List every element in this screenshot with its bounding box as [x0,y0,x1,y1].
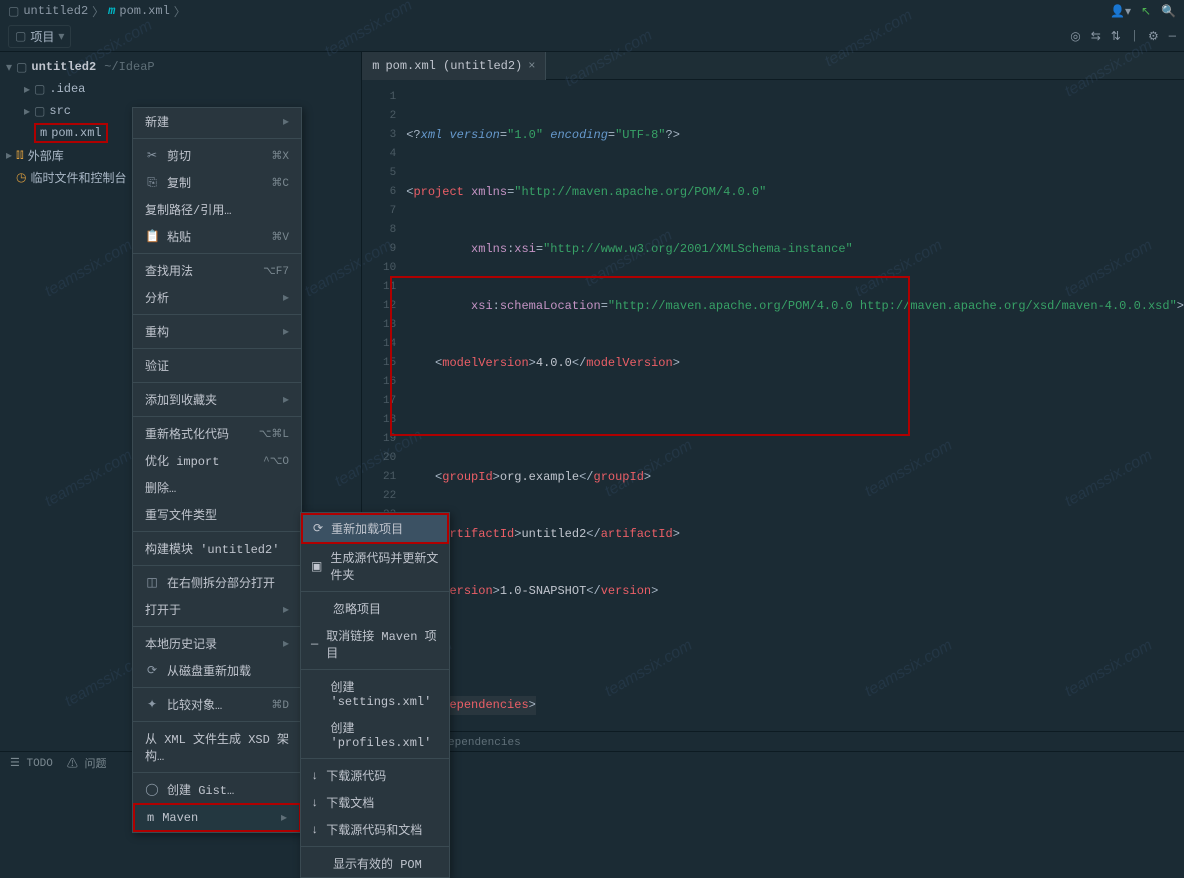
project-toolbar: ▢ 项目 ▾ ◎ ⇆ ⇅ | ⚙ — [0,22,1184,52]
breadcrumb-file[interactable]: m pom.xml [108,4,170,18]
cm-gen-xsd[interactable]: 从 XML 文件生成 XSD 架构… [133,725,301,769]
navigation-bar: ▢ untitled2 〉 m pom.xml 〉 👤▾ ↖ 🔍 [0,0,1184,22]
cm-maven[interactable]: mMaven▸ [133,803,301,832]
tree-root-path: ~/IdeaP [104,60,154,74]
scratch-icon: ◷ [16,170,26,185]
sub-unlink[interactable]: —取消链接 Maven 项目 [301,622,449,666]
sub-download-docs[interactable]: ↓下载文档 [301,789,449,816]
cm-analyze[interactable]: 分析▸ [133,284,301,311]
cm-optimize[interactable]: 优化 import^⌥O [133,447,301,474]
editor-tabs: m pom.xml (untitled2) × [362,52,1184,80]
divider: | [1131,29,1138,44]
chevron-right-icon: ▸ [24,104,30,119]
tab-pom[interactable]: m pom.xml (untitled2) × [362,52,546,80]
tree-item-idea[interactable]: ▸ ▢ .idea [0,78,361,100]
sub-create-profiles[interactable]: 创建 'profiles.xml' [301,714,449,755]
close-icon[interactable]: × [528,59,535,73]
cm-compare[interactable]: ✦比较对象…⌘D [133,691,301,718]
cm-refactor[interactable]: 重构▸ [133,318,301,345]
breadcrumb-file-label: pom.xml [119,4,169,18]
context-menu[interactable]: 新建▸ ✂剪切⌘X ⎘复制⌘C 复制路径/引用… 📋粘贴⌘V 查找用法⌥F7 分… [132,107,302,833]
collapse-icon[interactable]: ⇅ [1111,29,1121,44]
cm-copy[interactable]: ⎘复制⌘C [133,169,301,196]
chevron-right-icon: 〉 [92,3,104,20]
editor-breadcrumb: project 〉 dependencies [362,731,1184,753]
status-problems[interactable]: ⚠ 问题 [67,755,107,771]
cm-find-usages[interactable]: 查找用法⌥F7 [133,257,301,284]
breadcrumb-root[interactable]: ▢ untitled2 [8,4,88,19]
crumb-deps[interactable]: dependencies [441,737,520,749]
sub-download-both[interactable]: ↓下载源代码和文档 [301,816,449,843]
folder-icon: ▢ [34,104,45,119]
cm-copy-path[interactable]: 复制路径/引用… [133,196,301,223]
locate-icon[interactable]: ◎ [1070,29,1080,44]
folder-icon: ▢ [16,60,27,75]
download-icon: ↓ [311,769,318,783]
tree-ext-libs-label: 外部库 [28,147,64,164]
cm-local-history[interactable]: 本地历史记录▸ [133,630,301,657]
cm-override[interactable]: 重写文件类型 [133,501,301,528]
chevron-right-icon: 〉 [174,3,186,20]
download-icon: ↓ [311,796,318,810]
folder-icon: ▢ [8,4,19,19]
chevron-right-icon: ▸ [6,148,12,163]
maven-icon: m [40,126,47,140]
gear-icon[interactable]: ⚙ [1148,29,1159,44]
hide-icon[interactable]: — [1169,29,1176,44]
code-text[interactable]: <?xml version="1.0" encoding="UTF-8"?> <… [406,80,1184,731]
library-icon: ⫾⫾ [16,148,24,162]
maven-submenu[interactable]: ⟳重新加载项目 ▣生成源代码并更新文件夹 忽略项目 —取消链接 Maven 项目… [300,512,450,878]
cm-new[interactable]: 新建▸ [133,108,301,135]
tree-item-label: .idea [49,82,85,96]
cm-validate[interactable]: 验证 [133,352,301,379]
cm-open-in[interactable]: 打开于▸ [133,596,301,623]
cm-cut[interactable]: ✂剪切⌘X [133,142,301,169]
chevron-down-icon: ▾ [6,60,12,75]
sub-gen-sources[interactable]: ▣生成源代码并更新文件夹 [301,544,449,588]
breadcrumb-root-label: untitled2 [23,4,88,18]
tree-root[interactable]: ▾ ▢ untitled2 ~/IdeaP [0,56,361,78]
code-editor[interactable]: 1234567891011121314151617181920212223242… [362,80,1184,731]
cm-paste[interactable]: 📋粘贴⌘V [133,223,301,250]
maven-icon: m [372,59,379,73]
download-icon: ↓ [311,823,318,837]
unlink-icon: — [311,637,318,651]
tree-root-label: untitled2 [31,60,96,74]
status-todo[interactable]: ☰ TODO [10,756,53,770]
project-view-dropdown[interactable]: ▢ 项目 ▾ [8,25,71,48]
tree-item-label: pom.xml [51,126,101,140]
cm-open-split[interactable]: ◫在右侧拆分部分打开 [133,569,301,596]
build-hammer-icon[interactable]: ↖ [1141,4,1151,19]
expand-icon[interactable]: ⇆ [1091,29,1101,44]
chevron-right-icon: ▸ [24,82,30,97]
project-tree: ▾ ▢ untitled2 ~/IdeaP ▸ ▢ .idea ▸ ▢ src … [0,52,362,753]
folder-icon: ▣ [311,559,322,574]
sub-ignore[interactable]: 忽略项目 [301,595,449,622]
tree-scratches-label: 临时文件和控制台 [30,169,126,186]
reload-icon: ⟳ [313,521,323,536]
sub-download-sources[interactable]: ↓下载源代码 [301,762,449,789]
sub-create-settings[interactable]: 创建 'settings.xml' [301,673,449,714]
maven-icon: m [147,811,154,825]
folder-icon: ▢ [34,82,45,97]
cm-reformat[interactable]: 重新格式化代码⌥⌘L [133,420,301,447]
cm-reload-disk[interactable]: ⟳从磁盘重新加载 [133,657,301,684]
cm-create-gist[interactable]: ◯创建 Gist… [133,776,301,803]
user-icon[interactable]: 👤▾ [1110,4,1131,19]
sub-show-pom[interactable]: 显示有效的 POM [301,850,449,877]
search-icon[interactable]: 🔍 [1161,4,1176,19]
folder-icon: ▢ [15,29,26,44]
sub-reload[interactable]: ⟳重新加载项目 [301,513,449,544]
cm-add-fav[interactable]: 添加到收藏夹▸ [133,386,301,413]
cm-build-module[interactable]: 构建模块 'untitled2' [133,535,301,562]
project-label: 项目 [30,28,54,45]
chevron-down-icon: ▾ [58,29,64,44]
maven-icon: m [108,4,115,18]
tree-item-label: src [49,104,71,118]
cm-delete[interactable]: 删除… [133,474,301,501]
tab-label: pom.xml (untitled2) [385,59,522,73]
